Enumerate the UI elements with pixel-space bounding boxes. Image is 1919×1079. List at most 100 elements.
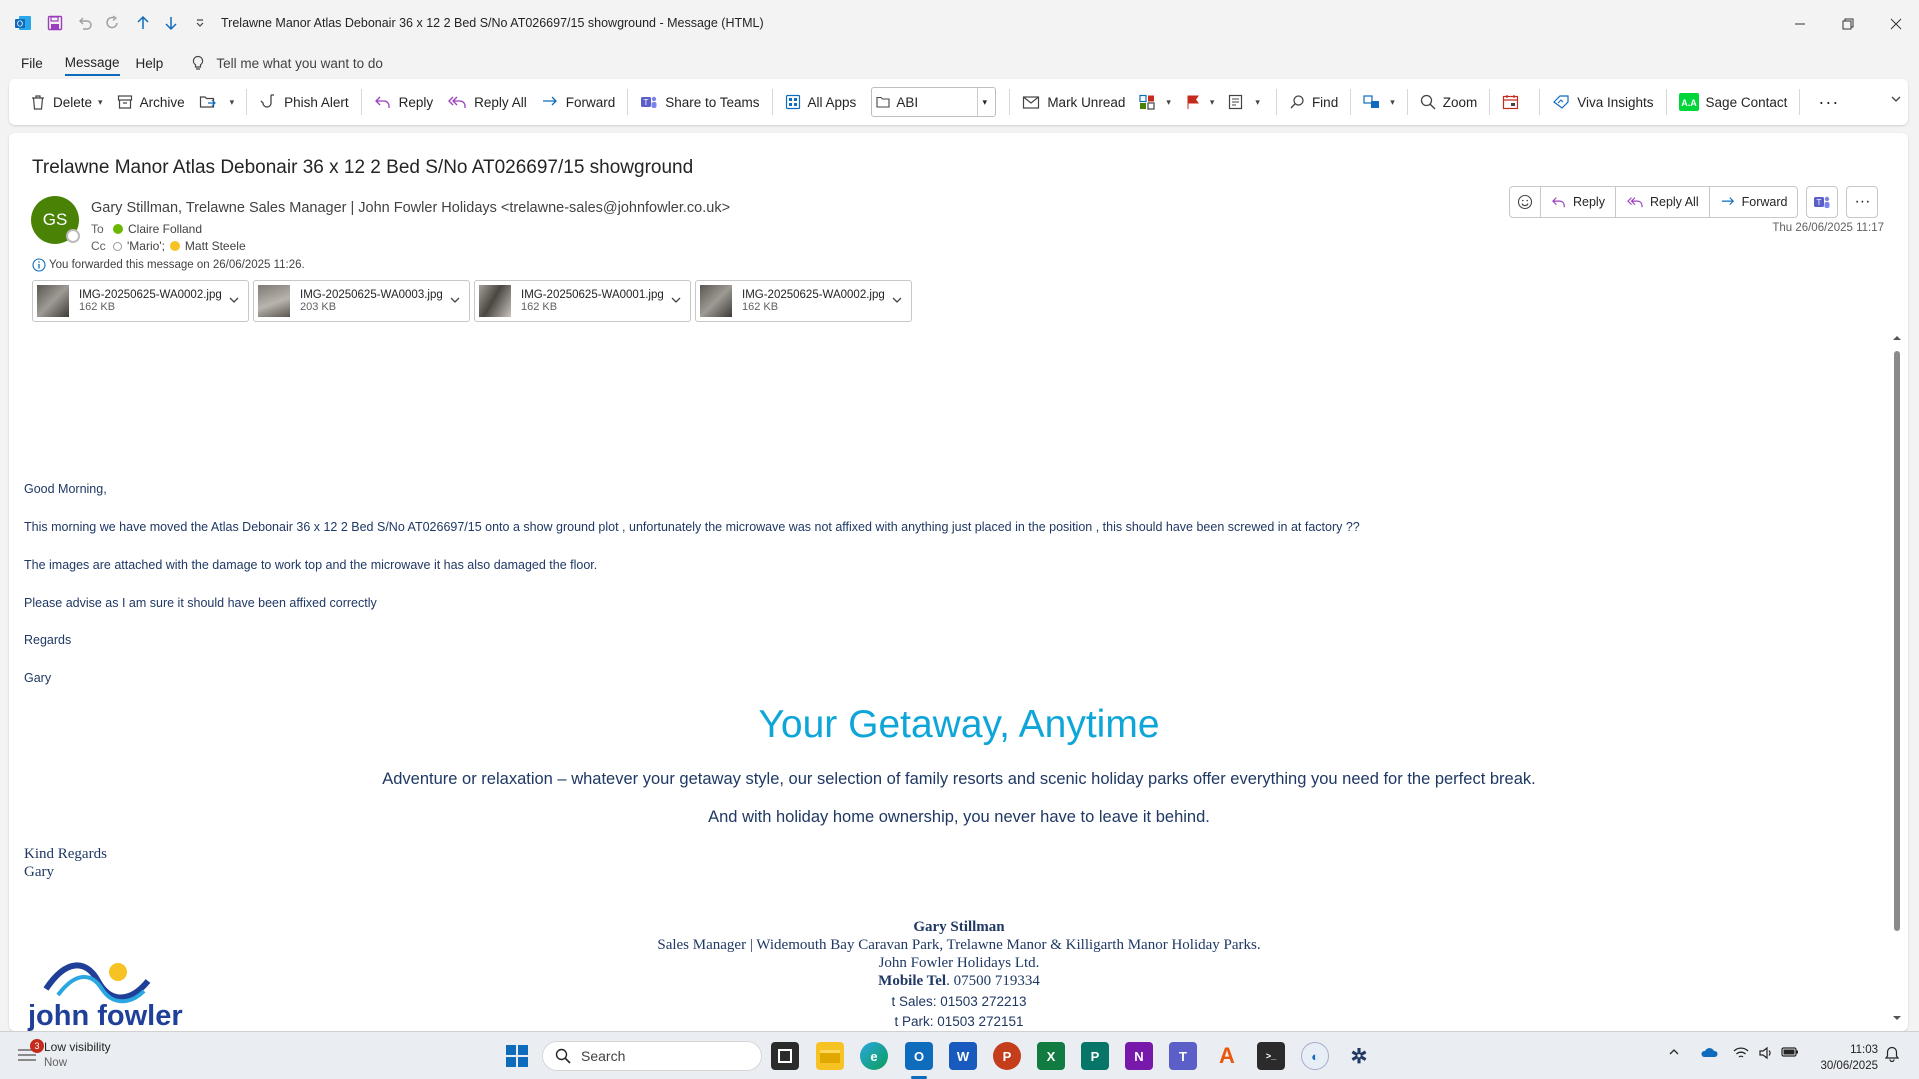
phish-alert-button[interactable]: Phish Alert [252, 85, 356, 119]
task-view-icon[interactable] [771, 1042, 799, 1070]
close-button[interactable] [1873, 0, 1919, 47]
weather-widget[interactable]: 3 Low visibility Now [16, 1039, 111, 1069]
reaction-button[interactable] [1510, 187, 1541, 217]
outlook-taskbar-icon[interactable]: O [905, 1042, 933, 1070]
chevron-down-icon[interactable] [891, 294, 903, 306]
menu-message[interactable]: Message [64, 51, 120, 76]
delete-button[interactable]: Delete ▾ [23, 85, 110, 119]
notification-center-icon[interactable] [1885, 1046, 1899, 1062]
chevron-down-icon[interactable] [670, 294, 682, 306]
wifi-icon[interactable] [1733, 1046, 1749, 1060]
more-options-icon[interactable]: ··· [1811, 85, 1846, 119]
kind-regards-name: Gary [24, 864, 54, 880]
menu-file[interactable]: File [21, 52, 43, 75]
attachment[interactable]: IMG-20250625-WA0001.jpg 162 KB [474, 280, 691, 322]
chevron-down-icon[interactable] [449, 294, 461, 306]
chevron-down-icon[interactable]: ▾ [1210, 97, 1215, 108]
edge-icon[interactable]: e [860, 1042, 888, 1070]
rules-button[interactable]: ▾ [1221, 85, 1267, 119]
teams-taskbar-icon[interactable]: T [1169, 1042, 1197, 1070]
system-clock[interactable]: 11:03 30/06/2025 [1820, 1042, 1878, 1074]
word-icon[interactable]: W [949, 1042, 977, 1070]
reply-all-button[interactable]: Reply All [1616, 187, 1710, 217]
chevron-down-icon[interactable]: ▾ [1166, 97, 1171, 108]
zoom-button[interactable]: Zoom [1413, 85, 1485, 119]
scrollbar-thumb[interactable] [1894, 351, 1900, 931]
signature-mobile: Mobile Tel. 07500 719334 [24, 973, 1894, 990]
menu-help[interactable]: Help [136, 52, 164, 75]
reply-all-button[interactable]: Reply All [440, 85, 534, 119]
previous-item-icon[interactable] [129, 9, 157, 37]
save-icon[interactable] [41, 9, 69, 37]
chevron-down-icon[interactable] [228, 294, 240, 306]
chevron-down-icon[interactable]: ▾ [1255, 97, 1260, 108]
follow-up-button[interactable]: ▾ [1178, 85, 1222, 119]
more-actions-icon[interactable]: ··· [1846, 186, 1879, 218]
share-to-teams-button[interactable]: T Share to Teams [633, 85, 766, 119]
attachment-thumbnail [700, 285, 732, 317]
browser-icon[interactable]: ◐ [1301, 1042, 1329, 1070]
svg-text:A.A: A.A [1681, 98, 1697, 108]
teams-chat-button[interactable]: T [1806, 186, 1839, 218]
terminal-icon[interactable]: >_ [1257, 1042, 1285, 1070]
scroll-up-icon[interactable] [1892, 333, 1902, 343]
vertical-scrollbar[interactable] [1892, 333, 1902, 1023]
ribbon-divider [627, 89, 629, 115]
chevron-down-icon[interactable]: ▾ [1390, 97, 1395, 108]
tray-overflow-icon[interactable] [1668, 1046, 1680, 1058]
signature-mobile-number: . 07500 719334 [946, 973, 1040, 989]
ribbon-expand-icon[interactable] [1890, 93, 1902, 108]
all-apps-label: All Apps [807, 94, 857, 110]
onenote-icon[interactable]: N [1125, 1042, 1153, 1070]
chevron-down-icon[interactable]: ▾ [977, 88, 991, 116]
forward-button[interactable]: Forward [1710, 187, 1798, 217]
archive-button[interactable]: Archive [110, 85, 192, 119]
publisher-icon[interactable]: P [1081, 1042, 1109, 1070]
reply-button[interactable]: Reply [1541, 187, 1616, 217]
volume-icon[interactable] [1758, 1046, 1774, 1060]
app-icon[interactable]: ✲ [1345, 1042, 1373, 1070]
recipient-to[interactable]: Claire Folland [128, 222, 202, 236]
tell-me-search[interactable]: Tell me what you want to do [190, 55, 383, 71]
attachment[interactable]: IMG-20250625-WA0002.jpg 162 KB [695, 280, 912, 322]
categorize-button[interactable]: ▾ [1132, 85, 1178, 119]
chevron-down-icon[interactable]: ▾ [230, 97, 235, 108]
translate-button[interactable]: ▾ [1356, 85, 1402, 119]
start-button[interactable] [506, 1045, 528, 1070]
reply-all-label: Reply All [1649, 195, 1699, 209]
forward-button[interactable]: Forward [534, 85, 623, 119]
battery-icon[interactable] [1781, 1046, 1799, 1058]
excel-icon[interactable]: X [1037, 1042, 1065, 1070]
attachment[interactable]: IMG-20250625-WA0003.jpg 203 KB [253, 280, 470, 322]
next-item-icon[interactable] [157, 9, 185, 37]
sender[interactable]: Gary Stillman, Trelawne Sales Manager | … [91, 200, 730, 216]
minimize-button[interactable] [1777, 0, 1823, 47]
move-button[interactable]: ▾ [192, 85, 242, 119]
adobe-icon[interactable]: A [1213, 1042, 1241, 1070]
undo-icon[interactable] [71, 9, 99, 37]
restore-button[interactable] [1825, 0, 1871, 47]
customize-quick-access-icon[interactable] [186, 9, 214, 37]
recipient-cc-2[interactable]: Matt Steele [185, 239, 246, 253]
sage-contact-button[interactable]: A.A Sage Contact [1672, 85, 1795, 119]
presence-away-icon [169, 241, 180, 251]
recipient-cc-1[interactable]: 'Mario'; [127, 239, 165, 253]
powerpoint-icon[interactable]: P [993, 1042, 1021, 1070]
quick-folder-combo[interactable]: ABI ▾ [871, 87, 997, 117]
attachment[interactable]: IMG-20250625-WA0002.jpg 162 KB [32, 280, 249, 322]
categorize-icon [1139, 94, 1155, 110]
file-explorer-icon[interactable] [816, 1042, 844, 1070]
logo-wordmark: john fowler [27, 1000, 183, 1031]
kind-regards: Kind Regards [24, 846, 107, 862]
chevron-down-icon[interactable]: ▾ [98, 97, 103, 108]
viva-insights-button[interactable]: Viva Insights [1545, 85, 1660, 119]
find-button[interactable]: Find [1282, 85, 1345, 119]
redo-icon[interactable] [99, 9, 127, 37]
meeting-button[interactable] [1495, 85, 1534, 119]
scroll-down-icon[interactable] [1892, 1013, 1902, 1023]
reply-button[interactable]: Reply [367, 85, 441, 119]
all-apps-button[interactable]: All Apps [778, 85, 864, 119]
taskbar-search[interactable]: Search [542, 1041, 762, 1071]
onedrive-icon[interactable] [1700, 1046, 1718, 1058]
mark-unread-button[interactable]: Mark Unread [1015, 85, 1132, 119]
